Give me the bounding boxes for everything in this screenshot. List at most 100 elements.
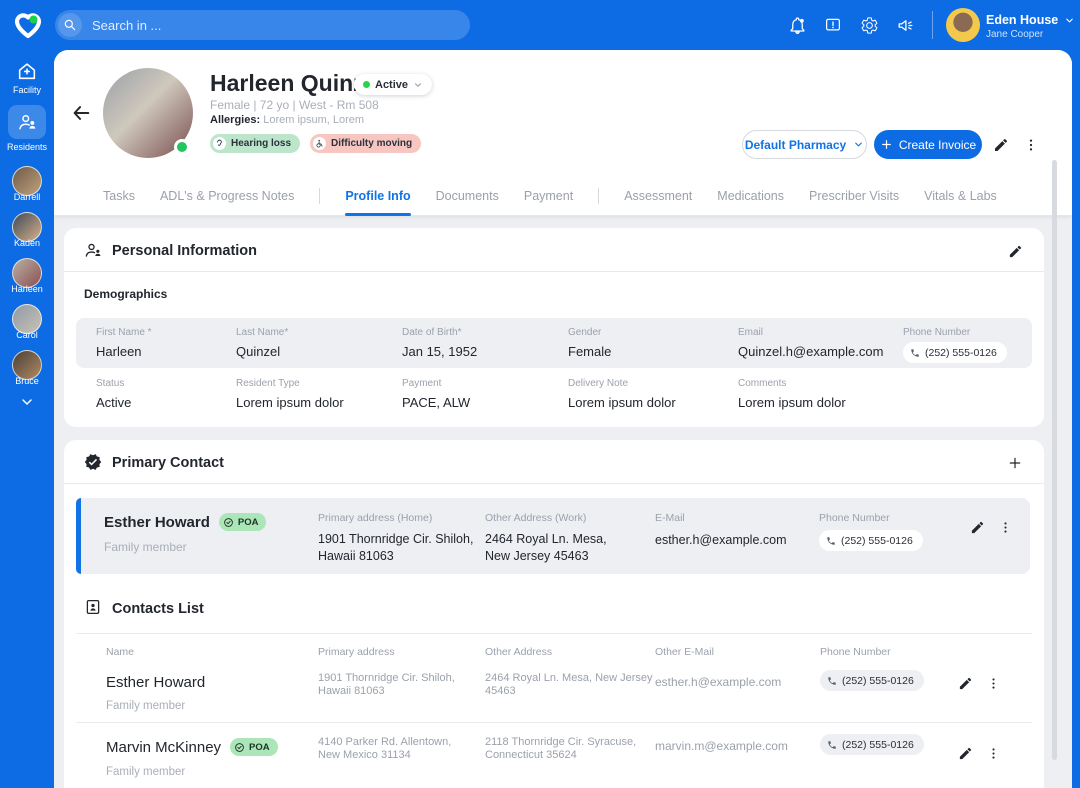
- poa-badge: POA: [230, 738, 278, 756]
- tag-label: Difficulty moving: [331, 138, 413, 149]
- tab-adls-progress-notes[interactable]: ADL's & Progress Notes: [160, 177, 294, 215]
- edit-personal-info-pencil-icon[interactable]: [1004, 240, 1026, 262]
- vertical-scrollbar[interactable]: [1052, 160, 1057, 760]
- ear-icon: [213, 137, 226, 150]
- tag-label: Hearing loss: [231, 138, 292, 149]
- tab-medications[interactable]: Medications: [717, 177, 784, 215]
- contact-table-row: Marvin McKinney POA Family member 4140 P…: [64, 726, 1044, 786]
- tab-assessment[interactable]: Assessment: [624, 177, 692, 215]
- contact-email: marvin.m@example.com: [655, 739, 788, 753]
- edit-contact-pencil-icon[interactable]: [954, 672, 976, 694]
- divider: [76, 722, 1032, 723]
- person-manage-icon: [84, 241, 103, 265]
- field-label: First Name *: [96, 327, 152, 338]
- column-header: Other E-Mail: [655, 646, 714, 658]
- add-contact-plus-icon[interactable]: [1004, 452, 1026, 474]
- column-header: Primary address: [318, 646, 395, 658]
- edit-profile-pencil-icon[interactable]: [990, 134, 1012, 156]
- sidebar-expand-chevron-icon[interactable]: [19, 394, 35, 410]
- address-line: 45463: [485, 685, 516, 697]
- search-input[interactable]: [82, 17, 470, 33]
- column-header: Phone Number: [820, 646, 891, 658]
- status-dropdown[interactable]: Active: [354, 74, 433, 95]
- topbar-divider: [932, 11, 933, 39]
- allergies-label: Allergies:: [210, 114, 261, 126]
- current-user-name: Jane Cooper: [986, 29, 1044, 40]
- divider: [76, 633, 1032, 634]
- top-bar: Eden House Jane Cooper: [0, 0, 1080, 50]
- create-invoice-button[interactable]: Create Invoice: [874, 130, 982, 159]
- verified-seal-icon: [84, 453, 102, 476]
- status-green-dot: [363, 81, 370, 88]
- tab-vitals-labs[interactable]: Vitals & Labs: [924, 177, 997, 215]
- demographics-row-1: First Name * Harleen Last Name* Quinzel …: [76, 318, 1032, 368]
- phone-icon: [911, 348, 919, 357]
- profile-tabs: Tasks ADL's & Progress Notes Profile Inf…: [103, 177, 997, 216]
- address-line: Connecticut 35624: [485, 749, 577, 761]
- contact-more-menu-icon[interactable]: [982, 672, 1004, 694]
- field-label: Gender: [568, 327, 602, 338]
- sidebar-residents-label: Residents: [6, 142, 48, 152]
- edit-contact-pencil-icon[interactable]: [954, 742, 976, 764]
- messages-icon[interactable]: [820, 12, 846, 38]
- field-value: Lorem ipsum dolor: [738, 395, 846, 410]
- contact-more-menu-icon[interactable]: [982, 742, 1004, 764]
- field-label: E-Mail: [655, 512, 685, 524]
- back-arrow-icon[interactable]: [68, 100, 94, 126]
- notifications-bell-icon[interactable]: [784, 12, 810, 38]
- phone-number-pill[interactable]: (252) 555-0126: [819, 530, 923, 551]
- edit-contact-pencil-icon[interactable]: [966, 516, 988, 538]
- chevron-down-icon: [855, 142, 863, 147]
- contacts-list-title: Contacts List: [112, 601, 204, 617]
- facility-house-icon: [18, 63, 36, 80]
- chevron-down-icon: [414, 82, 422, 87]
- campaign-megaphone-icon[interactable]: [892, 12, 918, 38]
- settings-gear-icon[interactable]: [856, 12, 882, 38]
- user-avatar[interactable]: [946, 8, 980, 42]
- field-value: (252) 555-0126: [925, 346, 997, 359]
- personal-information-card: Personal Information Demographics First …: [64, 228, 1044, 427]
- contact-name: Esther Howard: [106, 674, 206, 691]
- contact-name: Marvin McKinney: [106, 738, 222, 756]
- default-pharmacy-dropdown[interactable]: Default Pharmacy: [742, 130, 867, 159]
- sidebar-item-facility[interactable]: [16, 60, 38, 82]
- field-label: Email: [738, 327, 764, 338]
- contact-email: esther.h@example.com: [655, 675, 782, 689]
- address-line: 4140 Parker Rd. Allentown,: [318, 736, 452, 748]
- phone-number-pill[interactable]: (252) 555-0126: [820, 670, 924, 691]
- profile-header: Harleen Quinzel Active Female | 72 yo | …: [54, 50, 1072, 216]
- check-circle-icon: [235, 742, 244, 752]
- phone-number-pill[interactable]: (252) 555-0126: [820, 734, 924, 755]
- tab-prescriber-visits[interactable]: Prescriber Visits: [809, 177, 899, 215]
- field-value: Quinzel: [236, 344, 281, 359]
- address-line: 2464 Royal Ln. Mesa, New Jersey: [485, 672, 653, 684]
- org-switcher[interactable]: Eden House: [986, 13, 1075, 27]
- contact-more-menu-icon[interactable]: [994, 516, 1016, 538]
- address-line: Hawaii 81063: [318, 685, 385, 697]
- field-label: Phone Number: [819, 512, 890, 524]
- address-line: 2118 Thornridge Cir. Syracuse,: [485, 736, 637, 748]
- field-value: Active: [96, 395, 132, 410]
- field-label: Date of Birth*: [402, 327, 462, 338]
- field-label: Resident Type: [236, 378, 300, 389]
- field-value: Quinzel.h@example.com: [738, 344, 884, 359]
- pharmacy-label: Default Pharmacy: [744, 137, 847, 152]
- tab-payment[interactable]: Payment: [524, 177, 573, 215]
- tag-difficulty-moving[interactable]: Difficulty moving: [310, 134, 422, 153]
- field-label: Delivery Note: [568, 378, 629, 389]
- tab-tasks[interactable]: Tasks: [103, 177, 135, 215]
- profile-more-menu-icon[interactable]: [1020, 134, 1042, 156]
- search-icon[interactable]: [58, 13, 82, 37]
- tab-profile-info[interactable]: Profile Info: [345, 177, 411, 216]
- sidebar-nav: Facility Residents Darrell Kaden Harleen…: [0, 50, 54, 788]
- tag-hearing-loss[interactable]: Hearing loss: [210, 134, 301, 153]
- phone-number-pill[interactable]: (252) 555-0126: [903, 342, 1007, 363]
- contact-relation: Family member: [106, 700, 186, 712]
- contact-relation: Family member: [106, 766, 186, 778]
- address-line: 1901 Thornridge Cir. Shiloh,: [318, 672, 455, 684]
- tab-documents[interactable]: Documents: [436, 177, 499, 215]
- contact-phone: (252) 555-0126: [842, 738, 914, 751]
- sidebar-item-residents[interactable]: [8, 105, 46, 139]
- contact-phone: (252) 555-0126: [842, 674, 914, 687]
- plus-icon: [881, 140, 891, 149]
